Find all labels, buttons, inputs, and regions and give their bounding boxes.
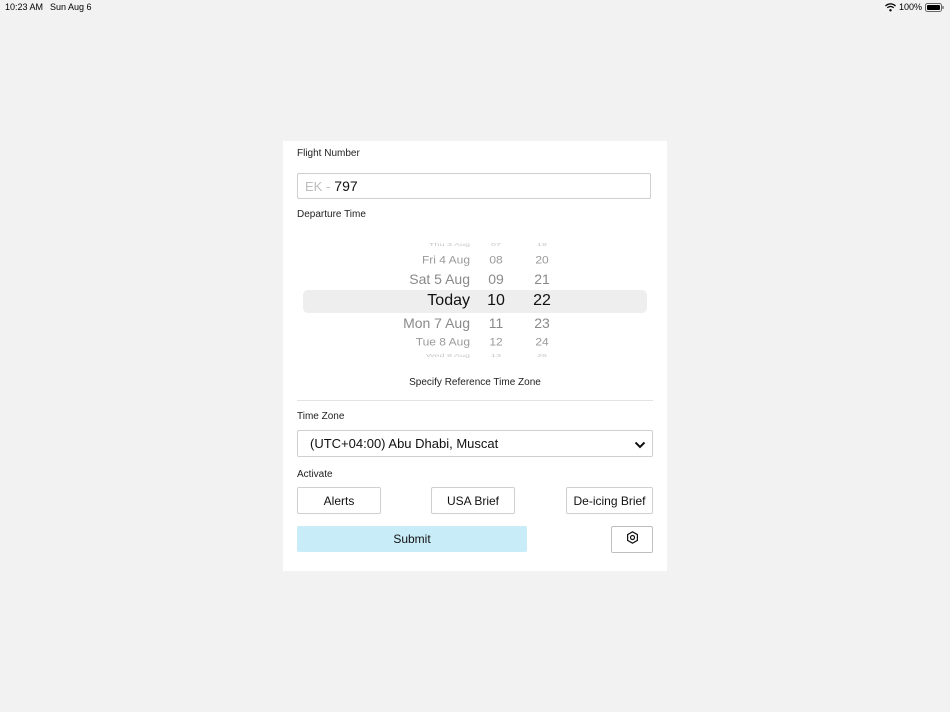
picker-date-option[interactable]: Fri 4 Aug — [422, 254, 470, 267]
flight-prefix: EK - — [305, 178, 331, 194]
picker-minute-option[interactable]: 22 — [527, 292, 557, 310]
picker-date-column[interactable]: Thu 3 Aug Fri 4 Aug Sat 5 Aug Today Mon 7 Au… — [303, 239, 470, 361]
status-date: Sun Aug 6 — [50, 2, 92, 12]
picker-hour-option[interactable]: 08 — [481, 254, 511, 267]
picker-date-option[interactable]: Today — [427, 292, 470, 310]
status-right: 100% — [885, 2, 944, 12]
usa-brief-button[interactable]: USA Brief — [431, 487, 515, 514]
picker-hour-option[interactable]: 09 — [481, 271, 511, 287]
time-zone-select[interactable]: (UTC+04:00) Abu Dhabi, Muscat — [297, 430, 653, 457]
wifi-icon — [885, 2, 896, 12]
settings-button[interactable] — [611, 526, 653, 553]
flight-number-label: Flight Number — [297, 148, 360, 159]
picker-minute-option[interactable]: 19 — [527, 241, 557, 247]
picker-minute-option[interactable]: 21 — [527, 271, 557, 287]
battery-percent: 100% — [898, 2, 922, 12]
time-zone-label: Time Zone — [297, 411, 345, 422]
picker-hour-column[interactable]: 07 08 09 10 11 12 13 — [481, 239, 511, 361]
picker-minute-option[interactable]: 23 — [527, 315, 557, 331]
picker-minute-option[interactable]: 24 — [527, 336, 557, 349]
flight-number-field[interactable]: EK - — [297, 173, 651, 199]
picker-hour-option[interactable]: 07 — [481, 241, 511, 247]
departure-time-picker[interactable]: Thu 3 Aug Fri 4 Aug Sat 5 Aug Today Mon 7 Au… — [303, 239, 647, 361]
flight-number-input[interactable] — [334, 178, 635, 194]
picker-hour-option[interactable]: 11 — [481, 315, 511, 331]
picker-hour-option[interactable]: 13 — [481, 352, 511, 358]
picker-hour-option[interactable]: 12 — [481, 336, 511, 349]
picker-date-option[interactable]: Tue 8 Aug — [416, 336, 470, 349]
departure-time-label: Departure Time — [297, 209, 366, 220]
flight-form-card: Flight Number EK - Departure Time Thu 3 … — [283, 141, 667, 571]
picker-hour-option[interactable]: 10 — [481, 292, 511, 310]
deicing-brief-button[interactable]: De-icing Brief — [566, 487, 653, 514]
gear-icon — [626, 530, 639, 549]
status-time: 10:23 AM — [5, 2, 44, 12]
picker-minute-column[interactable]: 19 20 21 22 23 24 25 — [527, 239, 557, 361]
picker-date-option[interactable]: Mon 7 Aug — [403, 315, 470, 331]
activate-label: Activate — [297, 469, 333, 480]
battery-icon — [925, 2, 944, 12]
picker-date-option[interactable]: Thu 3 Aug — [429, 241, 470, 247]
submit-button[interactable]: Submit — [297, 526, 527, 552]
alerts-button[interactable]: Alerts — [297, 487, 381, 514]
chevron-down-icon — [634, 438, 646, 453]
time-zone-value: (UTC+04:00) Abu Dhabi, Muscat — [310, 436, 499, 451]
picker-date-option[interactable]: Wed 9 Aug — [426, 352, 470, 358]
picker-minute-option[interactable]: 25 — [527, 352, 557, 358]
specify-reference-timezone-link[interactable]: Specify Reference Time Zone — [283, 377, 667, 388]
picker-minute-option[interactable]: 20 — [527, 254, 557, 267]
status-bar: 10:23 AM Sun Aug 6 100% — [0, 0, 950, 14]
section-divider — [297, 400, 653, 401]
picker-date-option[interactable]: Sat 5 Aug — [409, 271, 470, 287]
